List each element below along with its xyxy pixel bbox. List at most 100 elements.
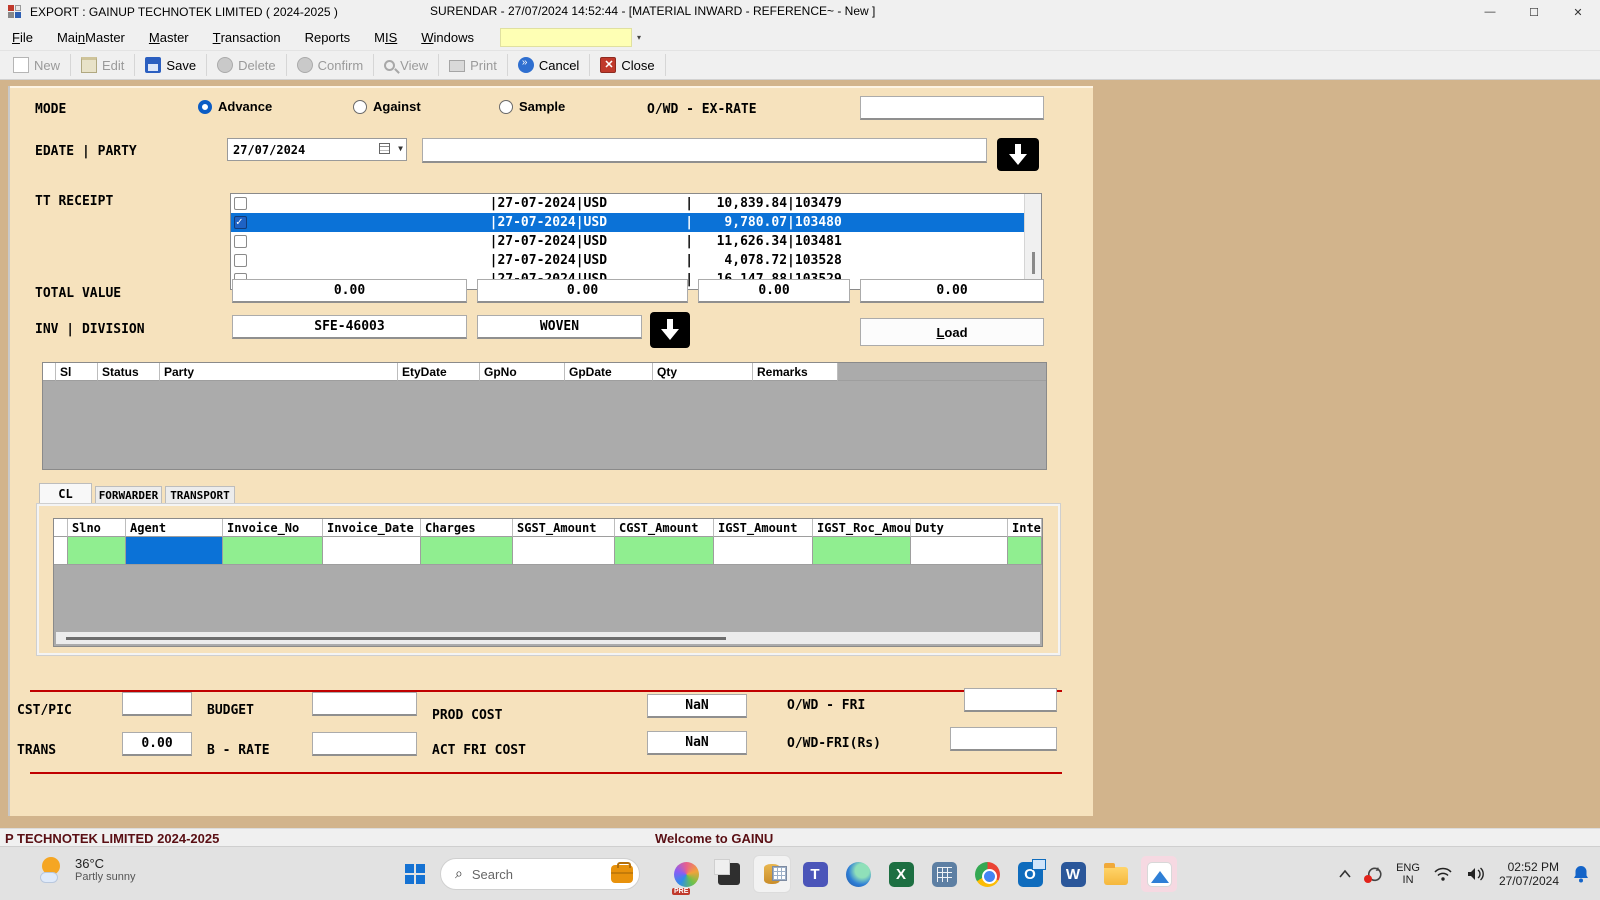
menu-reports[interactable]: Reports [293, 26, 363, 48]
tray-chevron-icon[interactable] [1338, 869, 1352, 879]
trans-input[interactable]: 0.00 [122, 732, 192, 756]
cell-cgst[interactable] [615, 537, 714, 565]
column-header[interactable]: GpNo [480, 363, 565, 381]
update-icon[interactable] [1365, 865, 1383, 883]
column-header[interactable]: EtyDate [398, 363, 480, 381]
checkbox-checked-icon[interactable] [234, 216, 247, 229]
dark-app-icon[interactable] [711, 856, 747, 892]
tt-list-scrollbar[interactable] [1024, 194, 1041, 289]
edge-icon[interactable] [840, 856, 876, 892]
weather-widget[interactable]: 36°C Partly sunny [40, 856, 136, 883]
tab-forwarder[interactable]: FORWARDER [95, 486, 162, 504]
checkbox-icon[interactable] [234, 235, 247, 248]
start-button[interactable] [405, 864, 425, 884]
view-button[interactable]: View [375, 52, 437, 78]
calculator-icon[interactable] [926, 856, 962, 892]
clock[interactable]: 02:52 PM 27/07/2024 [1499, 860, 1559, 888]
word-icon[interactable]: W [1055, 856, 1091, 892]
total-value-3[interactable]: 0.00 [698, 279, 850, 303]
menu-mis[interactable]: MIS [362, 26, 409, 48]
cell-duty[interactable] [911, 537, 1008, 565]
cst-pic-input[interactable] [122, 692, 192, 716]
inv-input[interactable]: SFE-46003 [232, 315, 467, 339]
notification-bell-icon[interactable] [1572, 864, 1590, 884]
scrollbar-thumb[interactable] [1032, 252, 1035, 274]
radio-sample[interactable]: Sample [499, 99, 565, 114]
maximize-button[interactable]: ☐ [1512, 0, 1556, 24]
column-header[interactable]: CGST_Amount [615, 519, 714, 537]
wifi-icon[interactable] [1433, 866, 1453, 882]
chrome-icon[interactable] [969, 856, 1005, 892]
cell-invoice-no[interactable] [223, 537, 323, 565]
checkbox-icon[interactable] [234, 254, 247, 267]
tab-transport[interactable]: TRANSPORT [165, 486, 235, 504]
act-fri-cost-value[interactable]: NaN [647, 731, 747, 755]
total-value-1[interactable]: 0.00 [232, 279, 467, 303]
save-button[interactable]: Save [136, 52, 205, 78]
outlook-icon[interactable]: O [1012, 856, 1048, 892]
cell-sgst[interactable] [513, 537, 615, 565]
language-indicator[interactable]: ENGIN [1396, 862, 1420, 886]
column-header[interactable]: Charges [421, 519, 513, 537]
erp-app-icon[interactable] [754, 856, 790, 892]
column-header[interactable]: Invoice_No [223, 519, 323, 537]
exrate-input[interactable] [860, 96, 1044, 120]
combo-dropdown-icon[interactable]: ▾ [632, 28, 646, 47]
radio-advance[interactable]: Advance [198, 99, 272, 114]
column-header[interactable]: Status [98, 363, 160, 381]
file-explorer-icon[interactable] [1098, 856, 1134, 892]
minimize-button[interactable]: — [1468, 0, 1512, 24]
tt-row[interactable]: |27-07-2024|USD | 11,626.34|103481 [231, 232, 1041, 251]
division-fetch-button[interactable] [650, 312, 690, 348]
menu-transaction[interactable]: Transaction [201, 26, 293, 48]
menu-file[interactable]: File [0, 26, 45, 48]
column-header[interactable]: Sl [56, 363, 98, 381]
tt-row[interactable]: |27-07-2024|USD | 9,780.07|103480 [231, 213, 1041, 232]
cell-charges[interactable] [421, 537, 513, 565]
column-header[interactable]: Slno [68, 519, 126, 537]
menu-windows[interactable]: Windows [409, 26, 486, 48]
print-button[interactable]: Print [440, 52, 506, 78]
budget-input[interactable] [312, 692, 417, 716]
total-value-4[interactable]: 0.00 [860, 279, 1044, 303]
column-header[interactable]: Remarks [753, 363, 838, 381]
column-header[interactable]: Invoice_Date [323, 519, 421, 537]
column-header[interactable]: IGST_Roc_Amou [813, 519, 911, 537]
tt-row[interactable]: |27-07-2024|USD | 4,078.72|103528 [231, 251, 1041, 270]
tt-row[interactable]: |27-07-2024|USD | 10,839.84|103479 [231, 194, 1041, 213]
cell-inter[interactable] [1008, 537, 1042, 565]
cell-slno[interactable] [68, 537, 126, 565]
scrollbar-thumb[interactable] [66, 637, 726, 640]
charges-grid-row[interactable] [54, 537, 1042, 565]
column-header[interactable]: SGST_Amount [513, 519, 615, 537]
volume-icon[interactable] [1466, 866, 1486, 882]
column-header[interactable]: Agent [126, 519, 223, 537]
confirm-button[interactable]: Confirm [288, 52, 373, 78]
checkbox-icon[interactable] [234, 197, 247, 210]
b-rate-input[interactable] [312, 732, 417, 756]
load-button[interactable]: Load [860, 318, 1044, 346]
close-button[interactable]: ✕ [1556, 0, 1600, 24]
delete-button[interactable]: Delete [208, 52, 285, 78]
column-header[interactable]: Party [160, 363, 398, 381]
edate-picker[interactable]: 27/07/2024 ▼ [227, 138, 407, 161]
party-input[interactable] [422, 138, 987, 163]
division-input[interactable]: WOVEN [477, 315, 642, 339]
copilot-icon[interactable]: PRE [668, 856, 704, 892]
prod-cost-value[interactable]: NaN [647, 694, 747, 718]
new-button[interactable]: New [4, 52, 69, 78]
column-header[interactable]: GpDate [565, 363, 653, 381]
tab-cl[interactable]: CL [39, 483, 92, 504]
chevron-down-icon[interactable]: ▼ [398, 144, 403, 153]
column-header[interactable]: Duty [911, 519, 1008, 537]
column-header[interactable]: Qty [653, 363, 753, 381]
total-value-2[interactable]: 0.00 [477, 279, 688, 303]
party-fetch-button[interactable] [997, 138, 1039, 171]
excel-icon[interactable]: X [883, 856, 919, 892]
owd-fri-rs-input[interactable] [950, 727, 1057, 751]
photos-icon[interactable] [1141, 856, 1177, 892]
cell-igst[interactable] [714, 537, 813, 565]
edit-button[interactable]: Edit [72, 52, 133, 78]
charges-grid-hscrollbar[interactable] [56, 632, 1040, 644]
teams-icon[interactable]: T [797, 856, 833, 892]
